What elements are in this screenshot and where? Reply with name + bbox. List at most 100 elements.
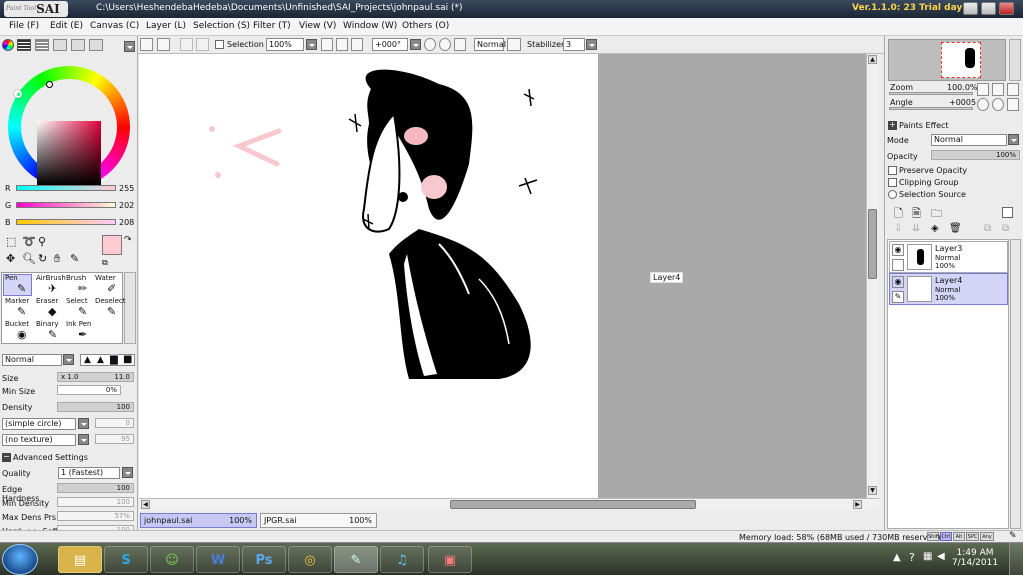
hand-icon[interactable]: ✋︎ [54,252,60,266]
eyedropper-icon[interactable]: ✎ [70,252,79,265]
angle-field[interactable]: +000° [372,38,408,51]
paint-tool-sai-taskbar-icon[interactable]: ✎ [334,546,378,573]
navigator-preview[interactable] [888,39,1006,81]
saturation-value-box[interactable] [37,121,101,185]
menu-canvas[interactable]: Canvas (C) [90,21,139,31]
invert-selection-button[interactable] [196,38,209,51]
tool-airbrush-icon[interactable]: ✈ [48,282,57,295]
brush-mode-dropdown[interactable] [63,354,74,365]
explorer-taskbar-icon[interactable]: ▤ [58,546,102,573]
layer-mask-icon[interactable] [1002,207,1013,218]
tool-water-icon[interactable]: ✐ [107,282,116,295]
transparent-color-icon[interactable]: ⧉ [102,258,108,268]
tool-binary-label[interactable]: Binary [36,320,59,328]
size-slider[interactable]: x 1.0 11.0 [57,372,134,382]
tip-shape-4-icon[interactable]: ■ [123,354,132,365]
redo-button[interactable] [157,38,170,51]
selection-source-radio[interactable] [888,190,897,199]
green-slider[interactable] [16,202,116,208]
nav-rotate-reset-button[interactable] [1007,98,1019,111]
brush-mode-select[interactable]: Normal [2,354,62,366]
layer-opacity-slider[interactable]: 100% [931,150,1020,160]
tool-select-label[interactable]: Select [66,297,88,305]
sv-marker[interactable] [46,81,53,88]
zoom-field[interactable]: 100% [266,38,304,51]
menu-edit[interactable]: Edit (E) [50,21,83,31]
merge-down-icon[interactable]: ⇊ [912,223,920,234]
volume-icon[interactable]: ◀ [937,551,945,562]
brush-shape-dropdown[interactable] [78,418,89,429]
skype-taskbar-icon[interactable]: S [104,546,148,573]
tip-shape-2-icon[interactable]: ▲ [97,355,104,365]
tab-johnpaul[interactable]: johnpaul.sai 100% [140,513,257,528]
angle-dropdown[interactable] [410,39,421,50]
network-icon[interactable]: ▦ [923,551,932,562]
new-layer-icon[interactable]: 🗋︎ [894,205,903,224]
quality-dropdown[interactable] [122,467,133,478]
show-desktop-button[interactable] [1009,543,1023,575]
tool-brush-label[interactable]: Brush [66,274,86,282]
color-mix-tab[interactable] [53,39,67,51]
layer-list-scrollbar[interactable] [1010,239,1021,529]
canvas-viewport[interactable]: Layer4 [139,54,866,498]
edge-hardness-slider[interactable]: 100 [57,483,134,493]
rotate-reset-button[interactable] [454,38,466,51]
merge-visible-icon[interactable]: ⧉ [1002,223,1009,234]
zoom-icon[interactable]: 🔍︎ [22,252,36,265]
zoom-out-button[interactable] [321,38,333,51]
help-icon[interactable]: ? [909,551,915,564]
visibility-eye-icon[interactable]: ◉ [892,276,904,288]
tool-water-label[interactable]: Water [95,274,116,282]
nav-zoom-in-button[interactable] [992,83,1004,96]
tool-bucket-icon[interactable]: ◉ [17,328,27,341]
tool-deselect-label[interactable]: Deselect [95,297,126,305]
nav-rotate-right-button[interactable] [992,98,1004,111]
tool-ink-pen-icon[interactable]: ✒ [78,328,87,341]
brush-shape-select[interactable]: (simple circle) [2,418,76,430]
copy-layer-icon[interactable]: ⧉ [984,223,991,234]
delete-layer-icon[interactable]: 🗑︎ [949,223,962,234]
chrome-taskbar-icon[interactable]: ◎ [288,546,332,573]
lasso-icon[interactable]: ➰ [22,235,36,248]
preserve-opacity-checkbox[interactable] [888,166,897,175]
min-density-slider[interactable]: 100 [57,497,134,507]
menu-view[interactable]: View (V) [299,21,336,31]
stabilizer-field[interactable]: 3 [563,38,585,51]
nav-rotate-left-button[interactable] [977,98,989,111]
tool-pen-label[interactable]: Pen [5,274,18,282]
rect-select-icon[interactable]: ⬚ [6,235,16,248]
tool-marker-label[interactable]: Marker [5,297,29,305]
rotate-icon[interactable]: ↻ [38,252,47,265]
red-slider[interactable] [16,185,116,191]
transfer-down-icon[interactable]: ⇩ [894,223,902,234]
close-button[interactable] [999,2,1014,15]
swatches-tab[interactable] [71,39,85,51]
advanced-settings-header[interactable]: Advanced Settings [13,453,133,462]
scroll-down-icon[interactable]: ▼ [868,486,877,495]
zoom-in-button[interactable] [336,38,348,51]
blue-slider[interactable] [16,219,116,225]
max-dens-slider[interactable]: 57% [57,511,134,521]
brush-texture-select[interactable]: (no texture) [2,434,76,446]
tool-ink-pen-label[interactable]: Ink Pen [66,320,92,328]
tool-select-icon[interactable]: ✎ [78,305,87,318]
swap-colors-icon[interactable]: ↷ [124,235,132,245]
layer-item-layer3[interactable]: ◉ Layer3 Normal 100% [889,241,1008,273]
tool-brush-icon[interactable]: ✏ [78,282,87,295]
flip-button[interactable] [507,38,521,51]
clipping-group-checkbox[interactable] [888,178,897,187]
brush-shape-strength[interactable]: 0 [95,418,134,428]
new-linework-layer-icon[interactable]: 🗎︎ [912,205,921,224]
undo-button[interactable] [140,38,153,51]
zoom-slider[interactable] [889,92,973,95]
panel-options-dropdown[interactable] [124,41,135,52]
paints-effect-toggle-icon[interactable]: + [888,121,897,130]
brush-lock-icon[interactable]: ✎ [892,291,904,303]
rotate-left-button[interactable] [424,38,436,51]
density-slider[interactable]: 100 [57,402,134,412]
stabilizer-dropdown[interactable] [586,39,597,50]
clear-layer-icon[interactable]: ◈ [931,223,939,234]
menu-selection[interactable]: Selection (S) [193,21,250,31]
min-size-slider[interactable]: 0% [57,385,121,395]
layer-mode-select[interactable]: Normal [931,134,1007,146]
